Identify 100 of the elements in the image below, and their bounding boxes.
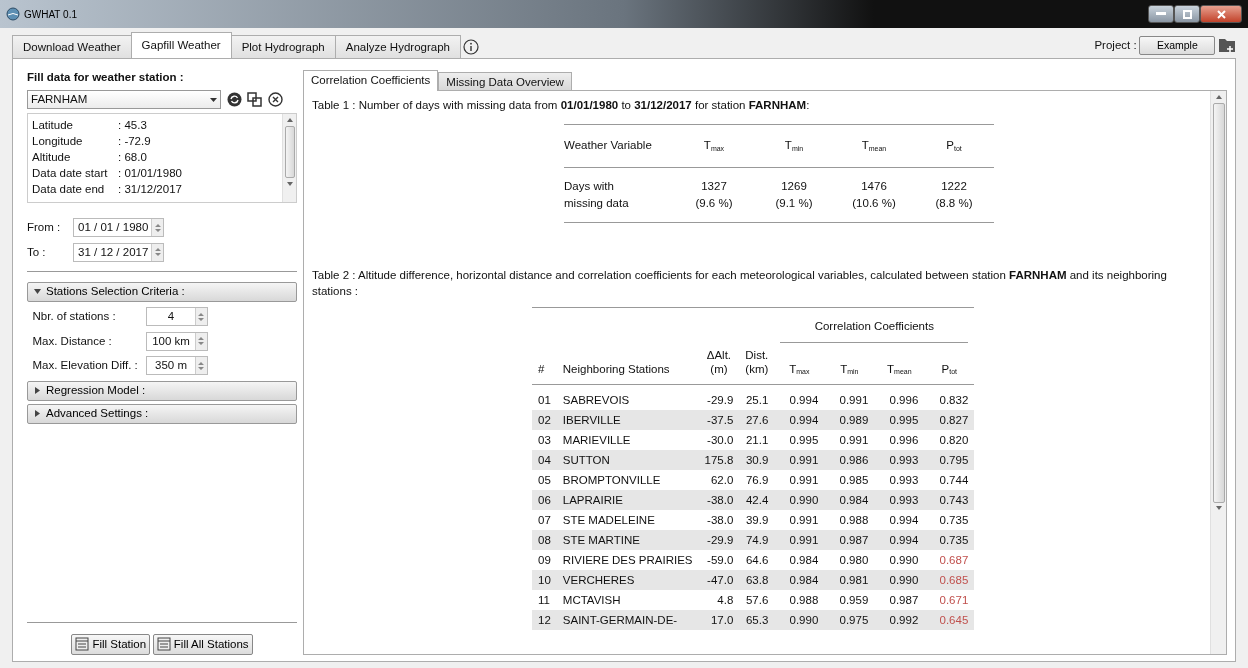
table-cell: 0.984 bbox=[774, 570, 825, 590]
section-header[interactable]: Advanced Settings : bbox=[27, 403, 297, 424]
scroll-down-icon[interactable] bbox=[1215, 505, 1222, 512]
maximize-button[interactable] bbox=[1174, 5, 1200, 23]
table-icon bbox=[156, 637, 171, 652]
table-cell: 1222 (8.8 %) bbox=[914, 167, 994, 223]
app-icon bbox=[6, 7, 20, 21]
table-cell: 03 bbox=[532, 430, 557, 450]
section-header[interactable]: Regression Model : bbox=[27, 380, 297, 401]
scroll-up-icon[interactable] bbox=[1215, 93, 1222, 100]
table-cell: 0.987 bbox=[874, 590, 925, 610]
tab[interactable]: Download Weather bbox=[12, 35, 132, 58]
table-cell: -38.0 bbox=[698, 510, 740, 530]
number-field[interactable]: 4 bbox=[145, 307, 208, 327]
table-cell: 0.993 bbox=[874, 490, 925, 510]
panel-heading: Fill data for weather station : bbox=[27, 70, 185, 85]
table-cell: 1327 (9.6 %) bbox=[674, 167, 754, 223]
table-cell: 64.6 bbox=[739, 550, 775, 570]
table-cell: 08 bbox=[532, 530, 557, 550]
table-cell: 0.984 bbox=[824, 490, 875, 510]
scrollbar[interactable] bbox=[282, 114, 296, 203]
table-cell: 0.996 bbox=[874, 384, 925, 410]
table-cell: 0.988 bbox=[774, 590, 825, 610]
date-label: From : bbox=[27, 220, 62, 236]
tab[interactable]: Missing Data Overview bbox=[438, 72, 572, 90]
scroll-down-icon[interactable] bbox=[286, 180, 293, 187]
tab[interactable]: Correlation Coefficients bbox=[303, 70, 439, 91]
table-cell: 0.990 bbox=[874, 550, 925, 570]
info-label: Data date start bbox=[32, 166, 109, 182]
table-cell: 12 bbox=[532, 610, 557, 630]
table-cell: 0.991 bbox=[774, 450, 825, 470]
table-cell: -37.5 bbox=[698, 410, 740, 430]
table-cell: STE MADELEINE bbox=[556, 510, 699, 530]
fill-all-stations-button[interactable]: Fill All Stations bbox=[152, 633, 253, 655]
section-header[interactable]: Stations Selection Criteria : bbox=[27, 281, 297, 302]
table-cell: 65.3 bbox=[739, 610, 775, 630]
scroll-up-icon[interactable] bbox=[286, 117, 293, 123]
table-cell: SABREVOIS bbox=[556, 384, 699, 410]
close-button[interactable] bbox=[1200, 5, 1242, 23]
fill-station-button[interactable]: Fill Station bbox=[71, 633, 151, 655]
table-cell: 0.990 bbox=[874, 570, 925, 590]
table-cell: 76.9 bbox=[739, 470, 775, 490]
scrollbar[interactable] bbox=[1210, 91, 1226, 654]
caret-icon bbox=[210, 97, 217, 102]
spin-arrows-icon[interactable] bbox=[198, 310, 204, 323]
spin-arrows-icon[interactable] bbox=[154, 221, 161, 234]
field-label: Max. Distance : bbox=[32, 333, 113, 349]
info-icon[interactable] bbox=[462, 39, 479, 56]
table-cell: 0.984 bbox=[774, 550, 825, 570]
table-cell: 39.9 bbox=[739, 510, 775, 530]
column-header: Neighboring Stations bbox=[556, 347, 699, 384]
number-field[interactable]: 100 km bbox=[145, 331, 208, 351]
close-icon[interactable] bbox=[267, 92, 283, 108]
table-cell: 0.994 bbox=[874, 510, 925, 530]
column-group-header: Correlation Coefficients bbox=[774, 307, 975, 348]
info-value: : 68.0 bbox=[118, 150, 147, 166]
tab[interactable]: Plot Hydrograph bbox=[230, 35, 336, 58]
table-cell: -47.0 bbox=[698, 570, 740, 590]
date-field[interactable]: 31 / 12 / 2017 bbox=[73, 242, 165, 262]
copy-icon[interactable] bbox=[247, 92, 262, 108]
table-cell: 0.994 bbox=[874, 530, 925, 550]
table-cell: 0.980 bbox=[824, 550, 875, 570]
column-header: T$_{max}$ bbox=[774, 347, 825, 384]
minimize-button[interactable] bbox=[1148, 5, 1174, 23]
table-cell: -59.0 bbox=[698, 550, 740, 570]
date-field[interactable]: 01 / 01 / 1980 bbox=[73, 218, 165, 238]
table-cell: 0.743 bbox=[924, 490, 975, 510]
column-header: Dist. (km) bbox=[739, 347, 775, 384]
tab[interactable]: Gapfill Weather bbox=[130, 32, 232, 58]
table-cell: 0.993 bbox=[874, 470, 925, 490]
info-label: Longitude bbox=[32, 134, 84, 150]
spin-arrows-icon[interactable] bbox=[198, 335, 204, 348]
collapsed-triangle-icon bbox=[34, 410, 41, 417]
table-cell: 63.8 bbox=[739, 570, 775, 590]
table-cell: 0.795 bbox=[924, 450, 975, 470]
table-cell: -30.0 bbox=[698, 430, 740, 450]
table-cell: 05 bbox=[532, 470, 557, 490]
column-header: P$_{tot}$ bbox=[924, 347, 975, 384]
folder-add-icon[interactable] bbox=[1218, 37, 1236, 54]
info-value: : 45.3 bbox=[118, 118, 147, 134]
tab[interactable]: Analyze Hydrograph bbox=[334, 35, 461, 58]
spin-arrows-icon[interactable] bbox=[154, 246, 161, 259]
project-button[interactable]: Example bbox=[1139, 35, 1216, 56]
table-cell: 0.986 bbox=[824, 450, 875, 470]
refresh-icon[interactable] bbox=[226, 92, 242, 108]
close-icon bbox=[1216, 9, 1226, 19]
table-cell: 04 bbox=[532, 450, 557, 470]
table-cell: IBERVILLE bbox=[556, 410, 699, 430]
date-label: To : bbox=[27, 244, 47, 260]
table-cell: 0.991 bbox=[774, 510, 825, 530]
spin-arrows-icon[interactable] bbox=[198, 359, 204, 372]
table-cell: 0.827 bbox=[924, 410, 975, 430]
station-dropdown[interactable]: FARNHAM bbox=[27, 90, 221, 110]
column-header: T$_{mean}$ bbox=[874, 347, 925, 384]
table-cell: 0.959 bbox=[824, 590, 875, 610]
table-cell: -29.9 bbox=[698, 530, 740, 550]
number-field[interactable]: 350 m bbox=[145, 356, 208, 376]
table-cell: 0.832 bbox=[924, 384, 975, 410]
table-cell: 0.988 bbox=[824, 510, 875, 530]
table-cell: 62.0 bbox=[698, 470, 740, 490]
